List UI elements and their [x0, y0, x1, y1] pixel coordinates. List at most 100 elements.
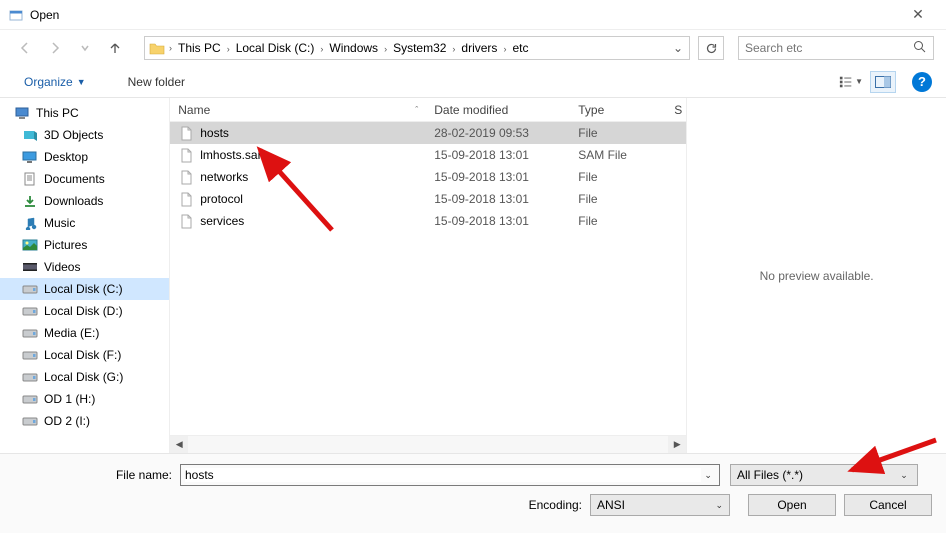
search-input[interactable] [745, 41, 911, 55]
tree-item-icon [22, 413, 38, 429]
file-type: File [570, 170, 666, 184]
tree-item[interactable]: OD 1 (H:) [0, 388, 169, 410]
folder-icon [147, 41, 167, 55]
file-row[interactable]: lmhosts.sam15-09-2018 13:01SAM File [170, 144, 686, 166]
tree-item[interactable]: Downloads [0, 190, 169, 212]
nav-row: › This PC›Local Disk (C:)›Windows›System… [0, 30, 946, 66]
tree-item-icon [22, 237, 38, 253]
tree-item[interactable]: Local Disk (F:) [0, 344, 169, 366]
chevron-right-icon[interactable]: › [382, 44, 389, 54]
breadcrumb-segment[interactable]: etc [508, 41, 532, 55]
breadcrumb-segment[interactable]: This PC [174, 41, 225, 55]
column-name[interactable]: Nameˆ [170, 103, 426, 117]
chevron-right-icon[interactable]: › [225, 44, 232, 54]
back-button[interactable] [12, 35, 38, 61]
file-name: protocol [200, 192, 243, 206]
tree-item[interactable]: Local Disk (G:) [0, 366, 169, 388]
tree-item[interactable]: Documents [0, 168, 169, 190]
tree-item[interactable]: Desktop [0, 146, 169, 168]
file-row[interactable]: services15-09-2018 13:01File [170, 210, 686, 232]
breadcrumb-segment[interactable]: drivers [457, 41, 501, 55]
column-date[interactable]: Date modified [426, 103, 570, 117]
tree-item-label: Music [44, 216, 75, 230]
tree-item-icon [22, 325, 38, 341]
toolbar: Organize▼ New folder ▼ ? [0, 66, 946, 98]
scroll-left-icon[interactable]: ◀ [170, 436, 188, 453]
tree-item-label: Desktop [44, 150, 88, 164]
tree-item-label: Local Disk (C:) [44, 282, 123, 296]
horizontal-scrollbar[interactable]: ◀ ▶ [170, 435, 686, 453]
close-button[interactable]: ✕ [898, 6, 938, 23]
column-headers: Nameˆ Date modified Type S [170, 98, 686, 122]
breadcrumb-segment[interactable]: Local Disk (C:) [232, 41, 319, 55]
file-icon [178, 125, 194, 141]
new-folder-button[interactable]: New folder [122, 71, 191, 93]
organize-menu[interactable]: Organize▼ [18, 71, 92, 93]
address-dropdown[interactable]: ⌄ [669, 41, 687, 55]
filename-input[interactable] [185, 468, 701, 482]
encoding-label: Encoding: [529, 498, 582, 512]
file-row[interactable]: networks15-09-2018 13:01File [170, 166, 686, 188]
tree-item[interactable]: Local Disk (C:) [0, 278, 169, 300]
open-button[interactable]: Open [748, 494, 836, 516]
recent-dropdown[interactable] [72, 35, 98, 61]
tree-item-label: Local Disk (F:) [44, 348, 121, 362]
tree-item-icon [22, 127, 38, 143]
file-row[interactable]: hosts28-02-2019 09:53File [170, 122, 686, 144]
file-list[interactable]: hosts28-02-2019 09:53File lmhosts.sam 15-0… [170, 122, 686, 435]
tree-item[interactable]: Music [0, 212, 169, 234]
tree-item-icon [22, 391, 38, 407]
tree-item[interactable]: OD 2 (I:) [0, 410, 169, 432]
encoding-select[interactable]: ANSI ⌄ [590, 494, 730, 516]
search-icon[interactable] [911, 40, 927, 56]
tree-item[interactable]: Media (E:) [0, 322, 169, 344]
chevron-down-icon: ⌄ [897, 470, 911, 481]
address-bar[interactable]: › This PC›Local Disk (C:)›Windows›System… [144, 36, 690, 60]
breadcrumb-segment[interactable]: Windows [325, 41, 382, 55]
tree-item-icon [22, 193, 38, 209]
preview-pane: No preview available. [686, 98, 946, 453]
breadcrumb-segment[interactable]: System32 [389, 41, 450, 55]
scroll-right-icon[interactable]: ▶ [668, 436, 686, 453]
refresh-button[interactable] [698, 36, 724, 60]
tree-root-this-pc[interactable]: This PC [0, 102, 169, 124]
up-button[interactable] [102, 35, 128, 61]
sort-indicator-icon: ˆ [415, 105, 418, 115]
file-date: 15-09-2018 13:01 [426, 148, 570, 162]
file-type: File [570, 214, 666, 228]
column-size[interactable]: S [666, 103, 686, 117]
tree-item-label: Media (E:) [44, 326, 99, 340]
tree-item-label: Downloads [44, 194, 103, 208]
file-icon [178, 213, 194, 229]
file-date: 15-09-2018 13:01 [426, 170, 570, 184]
view-mode-button[interactable]: ▼ [838, 71, 864, 93]
tree-item[interactable]: 3D Objects [0, 124, 169, 146]
file-type: File [570, 126, 666, 140]
file-type-filter[interactable]: All Files (*.*) ⌄ [730, 464, 918, 486]
filename-combobox[interactable]: ⌄ [180, 464, 720, 486]
search-box[interactable] [738, 36, 934, 60]
file-icon [178, 169, 194, 185]
tree-item[interactable]: Pictures [0, 234, 169, 256]
column-type[interactable]: Type [570, 103, 666, 117]
file-name: hosts [200, 126, 229, 140]
file-name: lmhosts.sam [200, 148, 267, 162]
tree-item-icon [22, 303, 38, 319]
file-name: services [200, 214, 244, 228]
tree-item-icon [22, 369, 38, 385]
tree-item-label: Videos [44, 260, 80, 274]
filename-dropdown-icon[interactable]: ⌄ [701, 470, 715, 481]
file-row[interactable]: protocol15-09-2018 13:01File [170, 188, 686, 210]
help-button[interactable]: ? [912, 72, 932, 92]
titlebar: Open ✕ [0, 0, 946, 30]
cancel-button[interactable]: Cancel [844, 494, 932, 516]
tree-item[interactable]: Videos [0, 256, 169, 278]
tree-item-icon [22, 215, 38, 231]
tree-item-label: Documents [44, 172, 105, 186]
tree-item-icon [22, 171, 38, 187]
forward-button[interactable] [42, 35, 68, 61]
tree-item-icon [22, 347, 38, 363]
chevron-right-icon[interactable]: › [167, 43, 174, 53]
tree-item[interactable]: Local Disk (D:) [0, 300, 169, 322]
preview-pane-button[interactable] [870, 71, 896, 93]
